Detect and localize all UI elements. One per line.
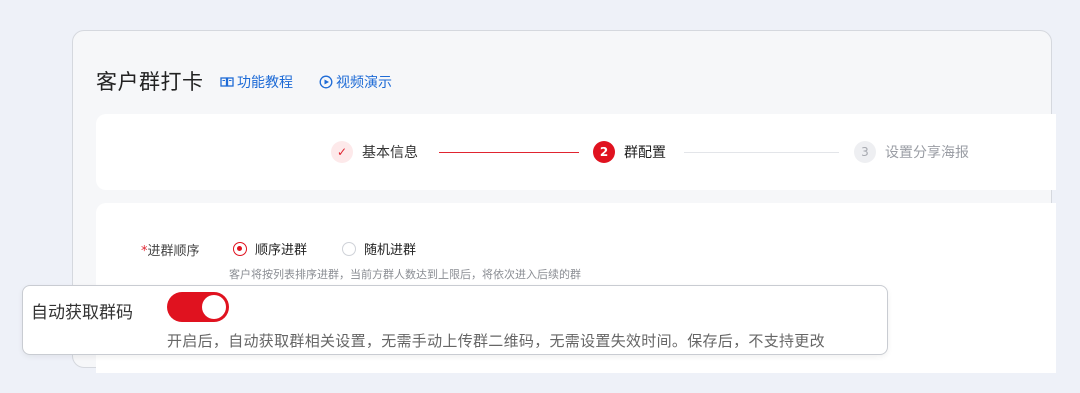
step-number: 2 — [593, 141, 615, 163]
auto-qr-label: 自动获取群码 — [31, 303, 133, 323]
video-demo-link-label: 视频演示 — [336, 75, 392, 91]
step-label: 设置分享海报 — [885, 145, 969, 161]
radio-label: 顺序进群 — [255, 243, 308, 258]
step-basic-info[interactable]: ✓ 基本信息 — [331, 141, 418, 163]
auto-qr-toggle[interactable] — [167, 292, 229, 322]
step-share-poster[interactable]: 3 设置分享海报 — [854, 141, 969, 163]
auto-qr-description: 开启后，自动获取群相关设置，无需手动上传群二维码，无需设置失效时间。保存后，不支… — [167, 332, 825, 350]
book-icon — [220, 77, 234, 87]
radio-unselected-icon — [342, 241, 356, 256]
radio-random[interactable]: 随机进群 — [342, 239, 416, 258]
join-order-label-text: 进群顺序 — [147, 244, 200, 259]
page-title: 客户群打卡 — [96, 70, 204, 94]
step-number: 3 — [854, 141, 876, 163]
step-label: 基本信息 — [362, 145, 418, 161]
video-demo-link[interactable]: 视频演示 — [319, 72, 392, 92]
step-connector-pending — [684, 152, 839, 153]
step-connector-done — [439, 152, 579, 153]
toggle-knob — [202, 295, 226, 319]
check-icon: ✓ — [331, 141, 353, 163]
tutorial-link-label: 功能教程 — [237, 75, 293, 91]
play-circle-icon — [319, 75, 333, 89]
tutorial-link[interactable]: 功能教程 — [220, 72, 293, 92]
radio-label: 随机进群 — [364, 243, 417, 258]
join-order-label: *进群顺序 — [141, 240, 200, 259]
step-group-config[interactable]: 2 群配置 — [593, 141, 666, 163]
join-order-hint: 客户将按列表排序进群，当前方群人数达到上限后，将依次进入后续的群 — [229, 268, 581, 281]
radio-selected-icon — [233, 241, 247, 256]
radio-sequential[interactable]: 顺序进群 — [233, 239, 307, 258]
step-label: 群配置 — [624, 145, 666, 161]
